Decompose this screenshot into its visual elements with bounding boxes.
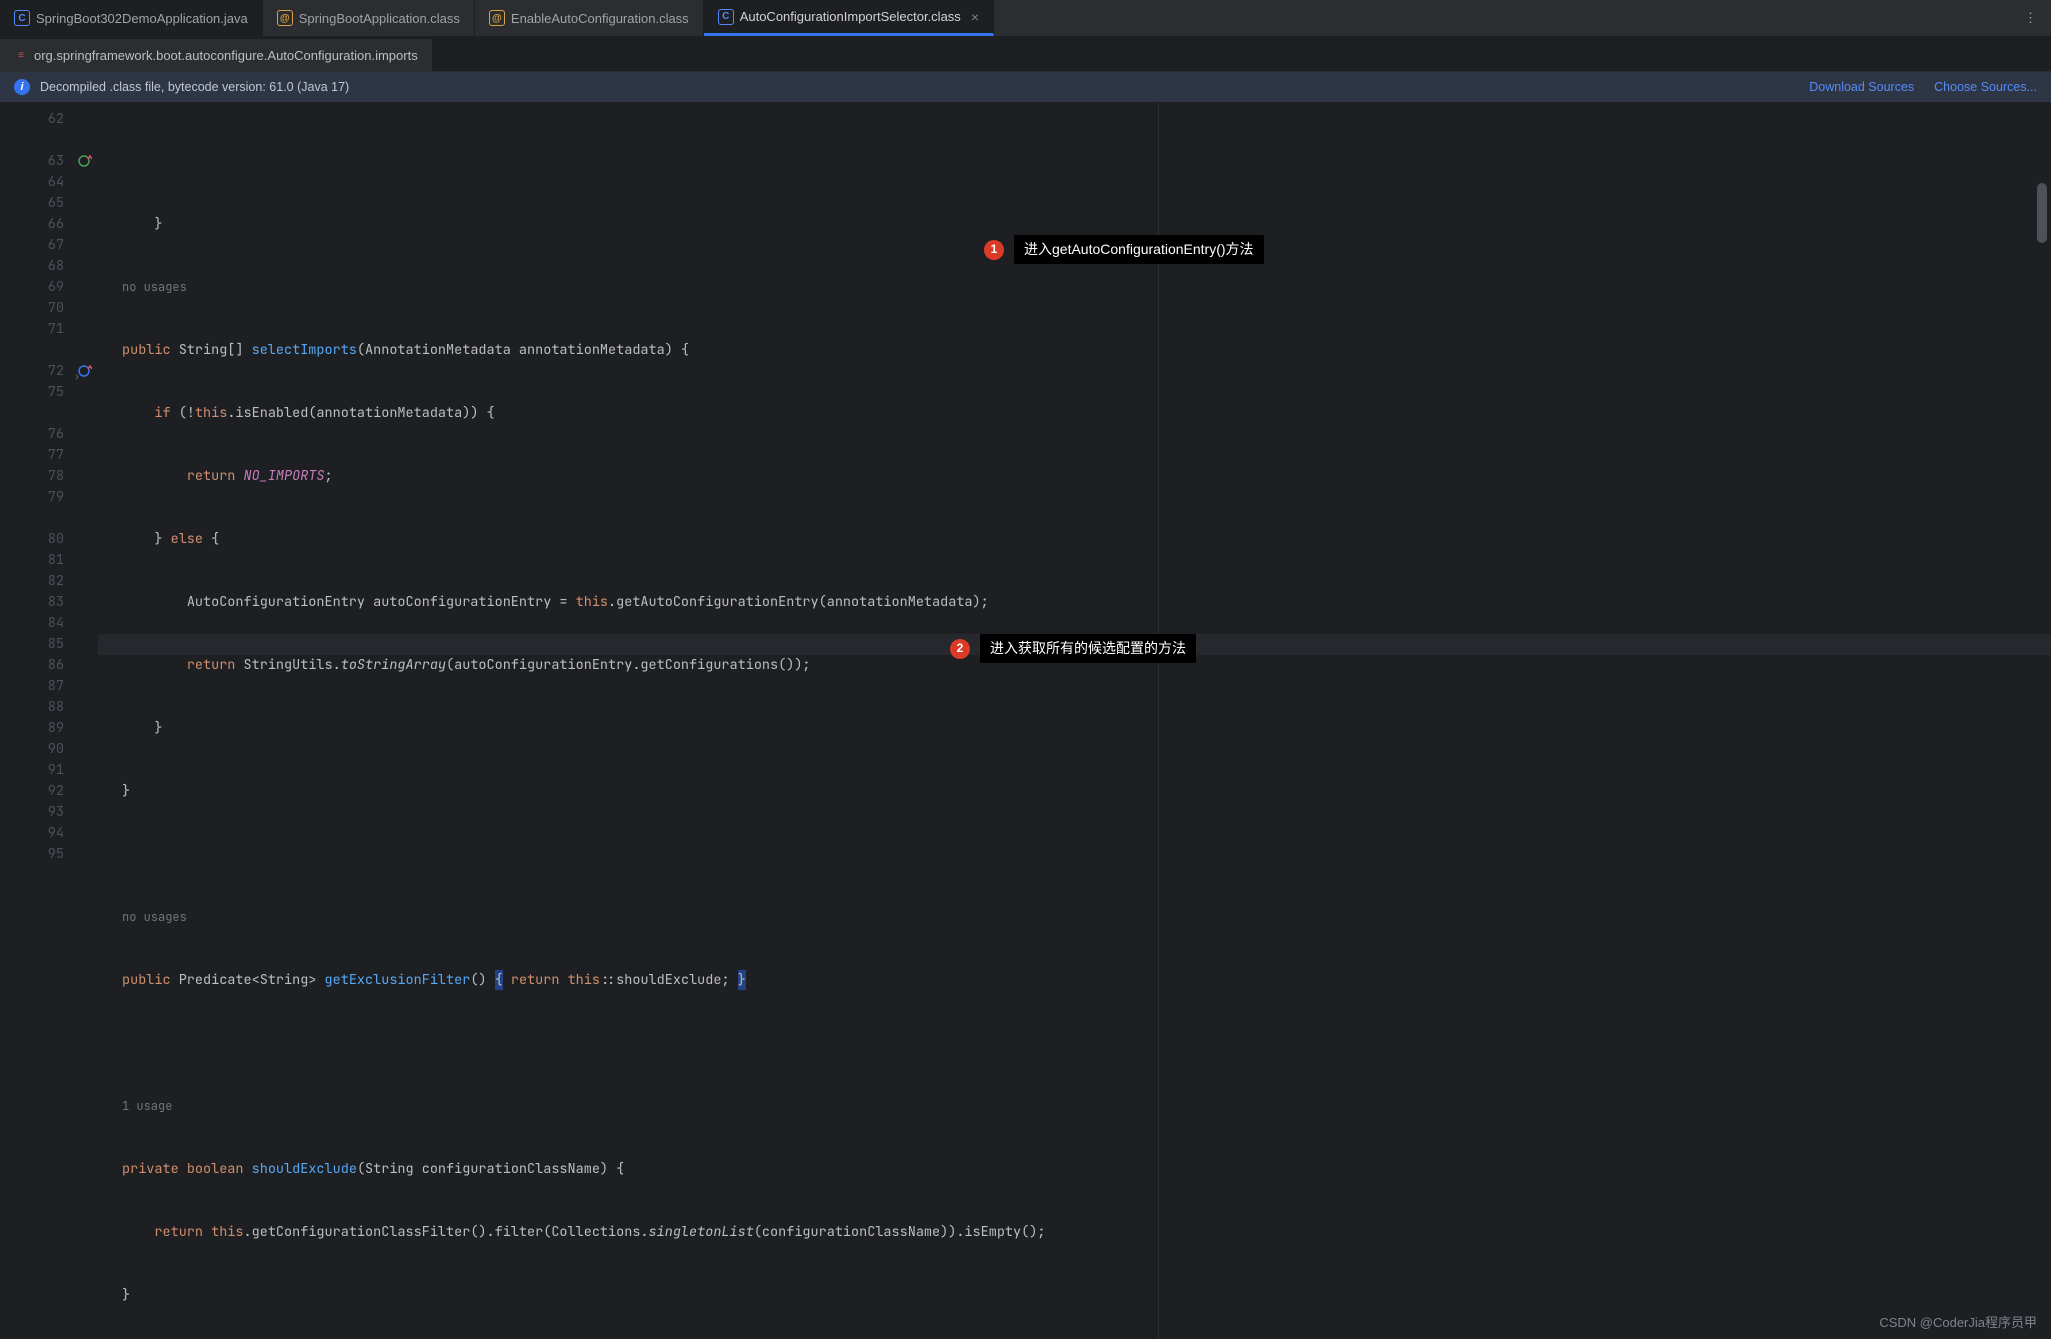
line-number: 63: [0, 151, 98, 172]
info-icon: i: [14, 79, 30, 95]
line-number: 64: [0, 172, 98, 193]
tab-autoconfig-import-selector[interactable]: C AutoConfigurationImportSelector.class ×: [704, 0, 994, 36]
tab-label: EnableAutoConfiguration.class: [511, 11, 689, 26]
tab-label: SpringBootApplication.class: [299, 11, 460, 26]
line-number: [0, 130, 98, 151]
line-number: 88: [0, 697, 98, 718]
banner-text: Decompiled .class file, bytecode version…: [40, 80, 349, 94]
code-editor[interactable]: 62 63 64 65 66 67 68 69 70 71 72› 75 76 …: [0, 103, 2051, 1339]
line-number: 86: [0, 655, 98, 676]
line-number: 93: [0, 802, 98, 823]
line-number: 81: [0, 550, 98, 571]
watermark: CSDN @CoderJia程序员甲: [1879, 1312, 2037, 1331]
more-icon[interactable]: ⋮: [2010, 0, 2051, 36]
callout-1: 1 进入getAutoConfigurationEntry()方法: [984, 235, 1264, 264]
line-number: 67: [0, 235, 98, 256]
line-number: 62: [0, 109, 98, 130]
annotation-icon: @: [489, 10, 505, 26]
download-sources-link[interactable]: Download Sources: [1809, 80, 1914, 94]
override-up-icon[interactable]: [78, 153, 92, 167]
file-icon: ≡: [14, 48, 28, 62]
line-number: 91: [0, 760, 98, 781]
line-number: 65: [0, 193, 98, 214]
line-number: 68: [0, 256, 98, 277]
tab-springboot-demo[interactable]: C SpringBoot302DemoApplication.java: [0, 0, 263, 36]
line-number: 90: [0, 739, 98, 760]
line-number: 89: [0, 718, 98, 739]
line-numbers-gutter: 62 63 64 65 66 67 68 69 70 71 72› 75 76 …: [0, 103, 98, 1339]
line-number: 83: [0, 592, 98, 613]
class-icon: C: [14, 10, 30, 26]
line-number: [0, 508, 98, 529]
line-number: 87: [0, 676, 98, 697]
tab-enable-autoconfig[interactable]: @ EnableAutoConfiguration.class: [475, 0, 704, 36]
line-number: 78: [0, 466, 98, 487]
tab-label: org.springframework.boot.autoconfigure.A…: [34, 48, 418, 63]
line-number: 71: [0, 319, 98, 340]
tab-spacer: [994, 0, 2010, 36]
editor-tabs: C SpringBoot302DemoApplication.java @ Spri…: [0, 0, 2051, 37]
line-number: 92: [0, 781, 98, 802]
close-icon[interactable]: ×: [971, 9, 979, 25]
line-number: 69: [0, 277, 98, 298]
decompiled-banner: i Decompiled .class file, bytecode versi…: [0, 72, 2051, 103]
callout-2: 2 进入获取所有的候选配置的方法: [950, 634, 1196, 663]
usage-hint[interactable]: 1 usage: [122, 1098, 172, 1114]
line-number: 84: [0, 613, 98, 634]
ide-window: C SpringBoot302DemoApplication.java @ Spri…: [0, 0, 2051, 1339]
code-area[interactable]: } no usages public String[] selectImport…: [98, 103, 2051, 1339]
annotation-icon: @: [277, 10, 293, 26]
line-number: 85: [0, 634, 98, 655]
callout-label: 进入getAutoConfigurationEntry()方法: [1014, 235, 1264, 264]
usage-hint[interactable]: no usages: [122, 909, 187, 925]
line-number: 66: [0, 214, 98, 235]
line-number: 76: [0, 424, 98, 445]
line-number: [0, 403, 98, 424]
line-number: 80: [0, 529, 98, 550]
callout-badge: 2: [950, 639, 970, 659]
override-icon[interactable]: [78, 363, 92, 377]
line-number: 82: [0, 571, 98, 592]
line-number: 95: [0, 844, 98, 865]
line-number: 75: [0, 382, 98, 403]
tab-imports-file[interactable]: ≡ org.springframework.boot.autoconfigure.…: [0, 39, 432, 71]
line-number: 79: [0, 487, 98, 508]
callout-label: 进入获取所有的候选配置的方法: [980, 634, 1196, 663]
usage-hint[interactable]: no usages: [122, 279, 187, 295]
sub-tabs: ≡ org.springframework.boot.autoconfigure.…: [0, 37, 2051, 72]
line-number: 70: [0, 298, 98, 319]
line-number: 72›: [0, 361, 98, 382]
line-number: 94: [0, 823, 98, 844]
choose-sources-link[interactable]: Choose Sources...: [1934, 80, 2037, 94]
tab-label: AutoConfigurationImportSelector.class: [740, 9, 961, 24]
tab-springboot-application[interactable]: @ SpringBootApplication.class: [263, 0, 475, 36]
callout-badge: 1: [984, 240, 1004, 260]
line-number: 77: [0, 445, 98, 466]
line-number: [0, 340, 98, 361]
tab-label: SpringBoot302DemoApplication.java: [36, 11, 248, 26]
class-icon: C: [718, 9, 734, 25]
banner-links: Download Sources Choose Sources...: [1809, 80, 2037, 94]
